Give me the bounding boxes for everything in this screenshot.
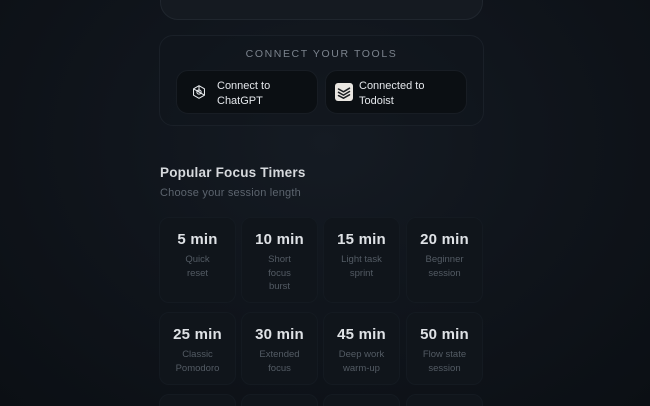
- timer-description: Flow state session: [422, 349, 467, 374]
- top-card: [160, 0, 483, 20]
- timer-duration: 25 min: [173, 326, 222, 343]
- timer-duration: 5 min: [177, 231, 218, 248]
- timer-description: Light task sprint: [341, 254, 382, 279]
- connect-tools-title: CONNECT YOUR TOOLS: [245, 48, 398, 60]
- timer-duration: 30 min: [255, 326, 304, 343]
- focus-timers-title: Popular Focus Timers: [160, 165, 306, 180]
- timer-card-25-min[interactable]: 25 min Classic Pomodoro: [159, 312, 236, 385]
- timer-card-5-min[interactable]: 5 min Quick reset: [159, 217, 236, 303]
- timer-card-50-min[interactable]: 50 min Flow state session: [406, 312, 483, 385]
- timer-card-partial[interactable]: [323, 394, 400, 406]
- timer-card-partial[interactable]: [406, 394, 483, 406]
- timer-duration: 50 min: [420, 326, 469, 343]
- timer-duration: 45 min: [337, 326, 386, 343]
- chatgpt-icon: [190, 83, 208, 101]
- timer-description: Quick reset: [185, 254, 210, 279]
- focus-timers-subtitle: Choose your session length: [160, 187, 301, 199]
- timer-card-15-min[interactable]: 15 min Light task sprint: [323, 217, 400, 303]
- timer-card-30-min[interactable]: 30 min Extended focus: [241, 312, 318, 385]
- timer-card-10-min[interactable]: 10 min Short focus burst: [241, 217, 318, 303]
- timer-card-20-min[interactable]: 20 min Beginner session: [406, 217, 483, 303]
- timer-description: Classic Pomodoro: [175, 349, 220, 374]
- timer-card-45-min[interactable]: 45 min Deep work warm-up: [323, 312, 400, 385]
- timer-description: Short focus burst: [268, 254, 291, 292]
- connect-chatgpt-label: Connect to ChatGPT: [217, 80, 271, 107]
- connect-chatgpt-button[interactable]: Connect to ChatGPT: [176, 70, 318, 114]
- timer-duration: 20 min: [420, 231, 469, 248]
- timer-duration: 15 min: [337, 231, 386, 248]
- timer-description: Deep work warm-up: [338, 349, 385, 374]
- timer-description: Beginner session: [425, 254, 464, 279]
- connect-tools-panel: CONNECT YOUR TOOLS Connect to ChatGPT Co…: [159, 35, 484, 126]
- timer-card-partial[interactable]: [241, 394, 318, 406]
- todoist-icon: [335, 83, 353, 101]
- connected-todoist-button[interactable]: Connected to Todoist: [325, 70, 467, 114]
- timer-duration: 10 min: [255, 231, 304, 248]
- connected-todoist-label: Connected to Todoist: [359, 80, 425, 107]
- timer-description: Extended focus: [259, 349, 300, 374]
- timer-card-partial[interactable]: [159, 394, 236, 406]
